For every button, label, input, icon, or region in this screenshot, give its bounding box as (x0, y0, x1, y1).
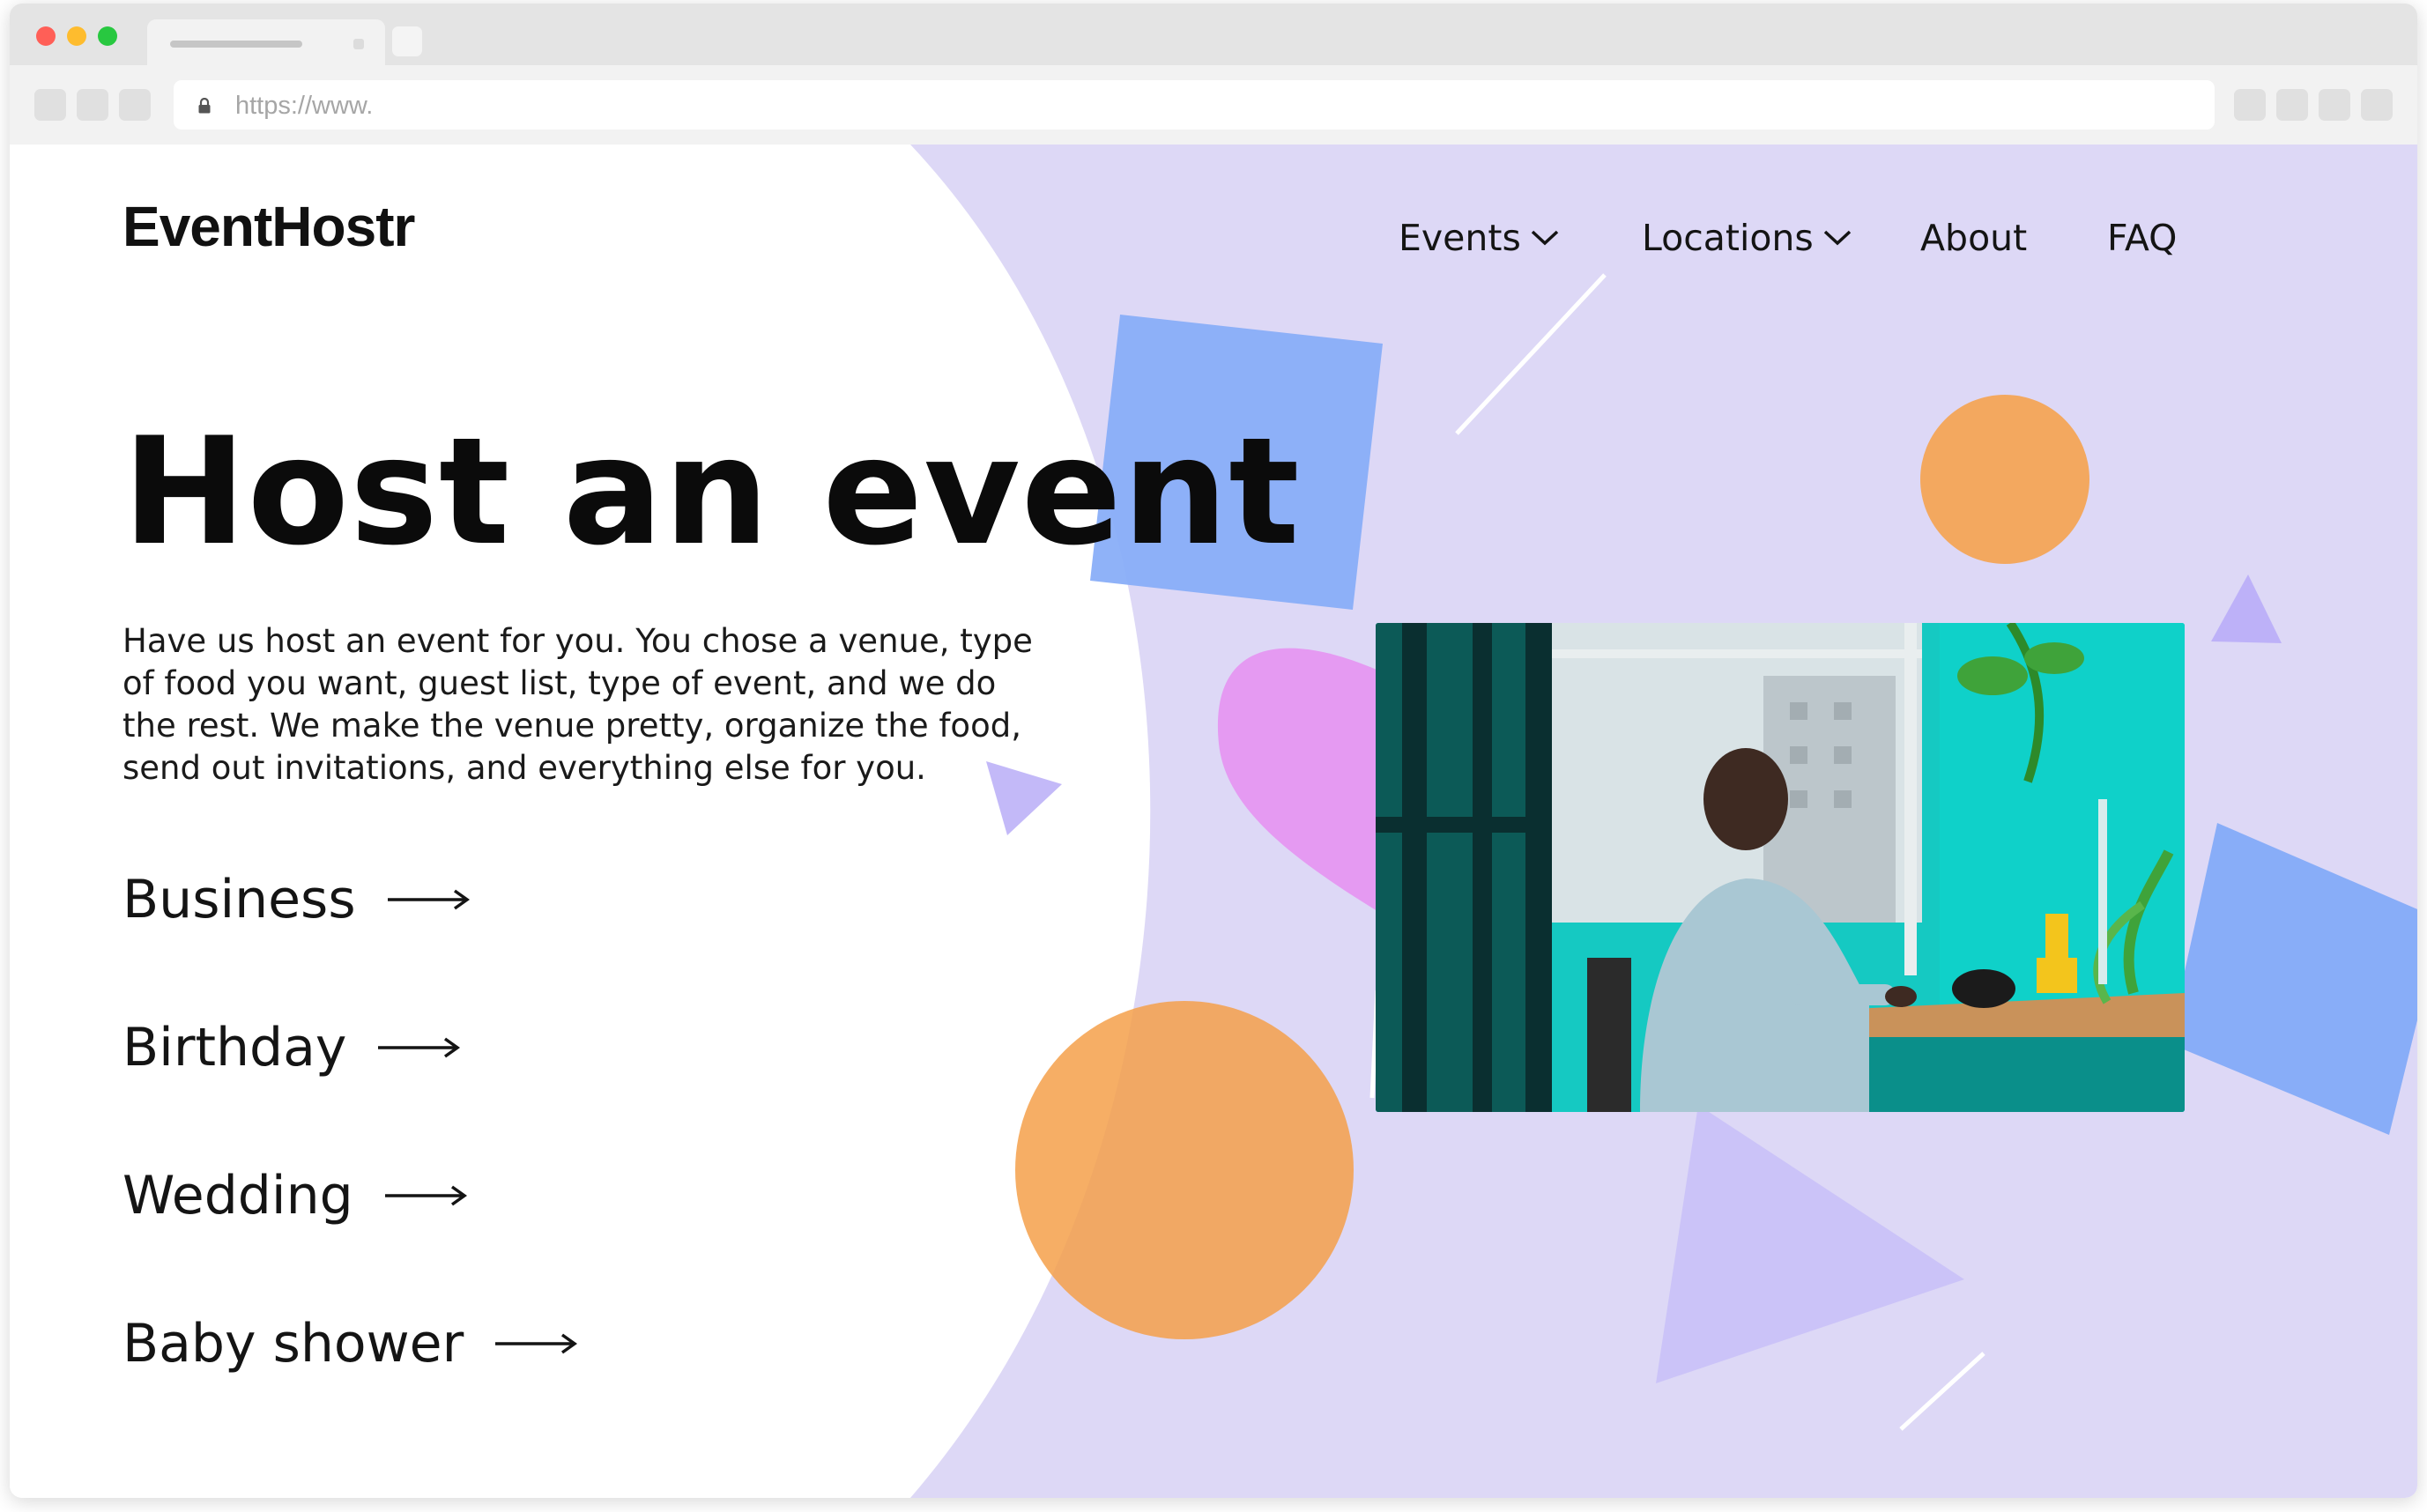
category-link-birthday[interactable]: Birthday (122, 1017, 461, 1078)
address-bar[interactable]: https://www. (174, 80, 2215, 130)
nav-events[interactable]: Events (1399, 217, 1560, 259)
toolbar-button-2[interactable] (2276, 89, 2308, 121)
lock-icon (198, 97, 211, 118)
arrow-right-icon (384, 1185, 467, 1206)
new-tab-button[interactable] (392, 26, 422, 56)
nav-locations-label: Locations (1642, 217, 1814, 259)
orange-circle-large (1015, 1001, 1354, 1339)
category-label: Birthday (122, 1017, 347, 1078)
category-link-baby-shower[interactable]: Baby shower (122, 1313, 578, 1375)
chevron-down-icon (1531, 230, 1559, 246)
hero-title: Host an event (122, 405, 1301, 578)
hero-photo (1376, 623, 2185, 1112)
category-label: Baby shower (122, 1313, 464, 1375)
category-link-business[interactable]: Business (122, 869, 471, 930)
toolbar-button-1[interactable] (2234, 89, 2266, 121)
nav-faq-label: FAQ (2107, 217, 2178, 259)
nav-events-label: Events (1399, 217, 1521, 259)
browser-window: https://www. EventHostr Events Locations… (10, 4, 2417, 1498)
maximize-window-button[interactable] (98, 26, 117, 46)
minimize-window-button[interactable] (67, 26, 86, 46)
toolbar-button-4[interactable] (2361, 89, 2393, 121)
browser-tab[interactable] (147, 19, 385, 65)
forward-button[interactable] (77, 89, 108, 121)
category-label: Business (122, 869, 356, 930)
site-logo[interactable]: EventHostr (122, 194, 415, 259)
close-window-button[interactable] (36, 26, 56, 46)
tab-close-icon[interactable] (353, 39, 364, 49)
browser-titlebar (10, 4, 2417, 65)
toolbar-button-3[interactable] (2319, 89, 2350, 121)
hero-description: Have us host an event for you. You chose… (122, 622, 1033, 787)
reload-button[interactable] (119, 89, 151, 121)
page-viewport: EventHostr Events Locations About FAQ Ho… (10, 145, 2417, 1498)
url-text[interactable]: https://www. (235, 92, 373, 121)
browser-toolbar: https://www. (10, 65, 2417, 145)
nav-about-label: About (1920, 217, 2028, 259)
category-label: Wedding (122, 1165, 353, 1227)
back-button[interactable] (34, 89, 66, 121)
category-link-wedding[interactable]: Wedding (122, 1165, 468, 1227)
tab-title-placeholder (170, 41, 302, 48)
arrow-right-icon (495, 1333, 578, 1354)
arrow-right-icon (378, 1037, 461, 1058)
chevron-down-icon (1823, 230, 1851, 246)
nav-faq[interactable]: FAQ (2107, 217, 2177, 259)
nav-locations[interactable]: Locations (1642, 217, 1852, 259)
arrow-right-icon (387, 889, 470, 910)
orange-circle-small (1920, 395, 2089, 564)
nav-about[interactable]: About (1920, 217, 2027, 259)
